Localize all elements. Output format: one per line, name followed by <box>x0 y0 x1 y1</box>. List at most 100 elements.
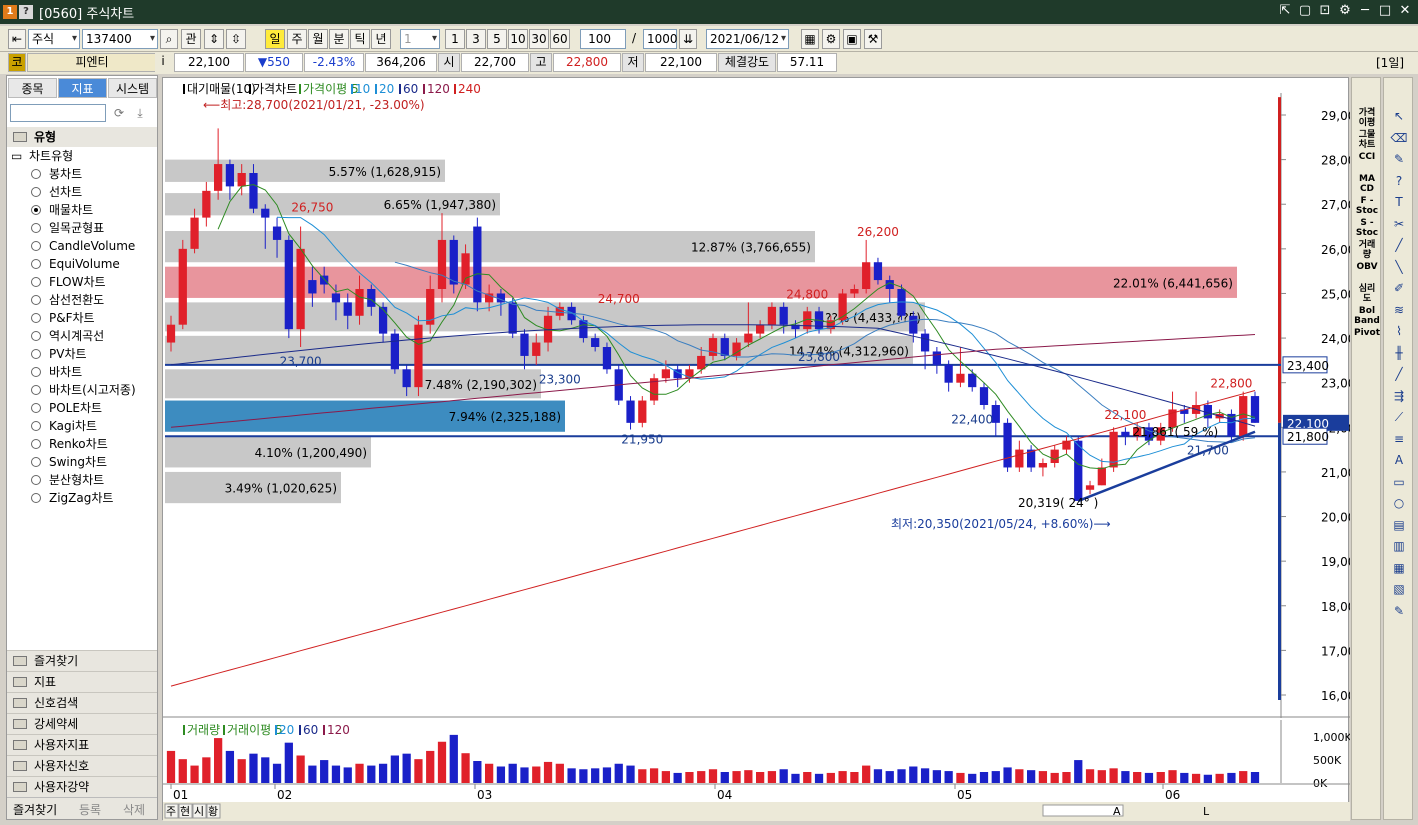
indicator-button[interactable]: 가격 이평 <box>1353 108 1381 128</box>
volume-bar[interactable] <box>1027 770 1036 783</box>
indicator-button[interactable]: Bol Band <box>1353 306 1381 326</box>
total-input[interactable]: 1000 <box>643 29 678 49</box>
volume-bar[interactable] <box>166 750 176 783</box>
market-select[interactable]: 주식 <box>28 29 80 49</box>
candle-body[interactable] <box>272 226 282 240</box>
prev-stock-button[interactable]: ⇤ <box>8 29 26 49</box>
volume-bar[interactable] <box>791 773 800 783</box>
chart-type-item[interactable]: P&F차트 <box>7 309 157 327</box>
volume-bar[interactable] <box>661 771 670 783</box>
volume-bar[interactable] <box>190 765 199 783</box>
candle-body[interactable] <box>1121 431 1130 437</box>
volume-bar[interactable] <box>685 772 694 783</box>
drawing-tool-icon[interactable]: ⟋ <box>1390 409 1408 425</box>
volume-bar[interactable] <box>697 771 706 783</box>
volume-bar[interactable] <box>214 738 223 783</box>
volume-bar[interactable] <box>331 765 341 783</box>
volume-bar[interactable] <box>237 759 246 783</box>
period-week[interactable]: 주 <box>287 29 307 49</box>
chart-type-item[interactable]: 바차트 <box>7 363 157 381</box>
volume-bar[interactable] <box>520 767 529 783</box>
close-button[interactable]: ✕ <box>1398 3 1412 19</box>
volume-bar[interactable] <box>355 763 364 783</box>
candle-body[interactable] <box>909 315 918 334</box>
volume-bar[interactable] <box>885 771 894 783</box>
candle-body[interactable] <box>661 369 670 379</box>
candle-body[interactable] <box>708 338 718 356</box>
drawing-tool-icon[interactable]: ╫ <box>1390 345 1408 361</box>
volume-bar[interactable] <box>378 763 388 783</box>
volume-bar[interactable] <box>1191 773 1201 783</box>
drawing-tool-icon[interactable]: ╲ <box>1390 259 1408 275</box>
drawing-tool-icon[interactable]: ▦ <box>1390 560 1408 576</box>
volume-bar[interactable] <box>296 755 305 784</box>
tab-favorites[interactable]: 즐겨찾기 <box>13 801 57 818</box>
period-minute[interactable]: 분 <box>329 29 349 49</box>
volume-bar[interactable] <box>543 761 553 783</box>
interval-60[interactable]: 60 <box>550 29 570 49</box>
volume-bar[interactable] <box>1144 772 1154 783</box>
volume-bar[interactable] <box>532 766 541 784</box>
stepper-icon[interactable]: ⇳ <box>226 29 246 49</box>
popup-icon[interactable]: ▢ <box>1298 3 1312 19</box>
volume-bar[interactable] <box>1215 773 1224 783</box>
volume-bar[interactable] <box>897 769 906 783</box>
candle-body[interactable] <box>355 289 364 316</box>
section-header[interactable]: 유형 <box>7 127 157 147</box>
volume-bar[interactable] <box>720 772 729 783</box>
chart-type-item[interactable]: 삼선전환도 <box>7 291 157 309</box>
drawing-tool-icon[interactable]: ↖ <box>1390 108 1408 124</box>
trend-line[interactable] <box>1077 430 1256 503</box>
drawing-tool-icon[interactable]: ▥ <box>1390 538 1408 554</box>
period-month[interactable]: 월 <box>308 29 328 49</box>
volume-bar[interactable] <box>308 765 317 783</box>
candle-body[interactable] <box>449 239 458 285</box>
radio-button[interactable] <box>31 331 41 341</box>
volume-bar[interactable] <box>1109 768 1118 783</box>
help-icon[interactable]: ? <box>19 5 33 19</box>
radio-button[interactable] <box>31 367 41 377</box>
volume-bar[interactable] <box>414 759 423 783</box>
volume-bar[interactable] <box>390 755 399 784</box>
chart-type-item[interactable]: 역시계곡선 <box>7 327 157 345</box>
candle-body[interactable] <box>437 239 447 289</box>
drawing-tool-icon[interactable]: ▭ <box>1390 474 1408 490</box>
indicator-button[interactable]: 그물 차트 <box>1353 130 1381 150</box>
tab-indicator[interactable]: 지표 <box>58 78 107 98</box>
candle-body[interactable] <box>956 373 965 383</box>
indicator-button[interactable]: CCI <box>1353 152 1381 162</box>
candle-body[interactable] <box>767 306 777 325</box>
candle-body[interactable] <box>390 333 399 370</box>
volume-bar[interactable] <box>508 763 517 783</box>
volume-bar[interactable] <box>579 769 588 783</box>
volume-bar[interactable] <box>649 768 659 783</box>
radio-button[interactable] <box>31 457 41 467</box>
candle-body[interactable] <box>320 275 329 285</box>
chart-type-item[interactable]: ZigZag차트 <box>7 489 157 507</box>
search-icon[interactable]: ⌕ <box>160 29 178 49</box>
radio-button[interactable] <box>31 241 41 251</box>
chart-type-item[interactable]: 봉차트 <box>7 165 157 183</box>
candle-body[interactable] <box>308 280 317 294</box>
candle-body[interactable] <box>932 351 941 365</box>
volume-bar[interactable] <box>602 767 612 783</box>
volume-bar[interactable] <box>1050 772 1059 783</box>
candle-body[interactable] <box>190 217 199 249</box>
candle-body[interactable] <box>744 333 753 343</box>
candle-body[interactable] <box>944 364 953 383</box>
tab-stock[interactable]: 종목 <box>8 78 57 98</box>
indicator-button[interactable]: S - Stoc <box>1353 218 1381 238</box>
candle-body[interactable] <box>638 400 647 423</box>
radio-button[interactable] <box>31 439 41 449</box>
chart-type-item[interactable]: Kagi차트 <box>7 417 157 435</box>
download-icon[interactable]: ⤓ <box>131 104 149 122</box>
candle-body[interactable] <box>720 338 729 356</box>
refresh-icon[interactable]: ⟳ <box>110 104 128 122</box>
volume-bar[interactable] <box>756 772 765 783</box>
candle-body[interactable] <box>520 333 529 356</box>
radio-button[interactable] <box>31 313 41 323</box>
candle-body[interactable] <box>367 289 376 307</box>
volume-bar[interactable] <box>449 734 458 783</box>
volume-bar[interactable] <box>567 768 576 783</box>
period-tick[interactable]: 틱 <box>350 29 370 49</box>
